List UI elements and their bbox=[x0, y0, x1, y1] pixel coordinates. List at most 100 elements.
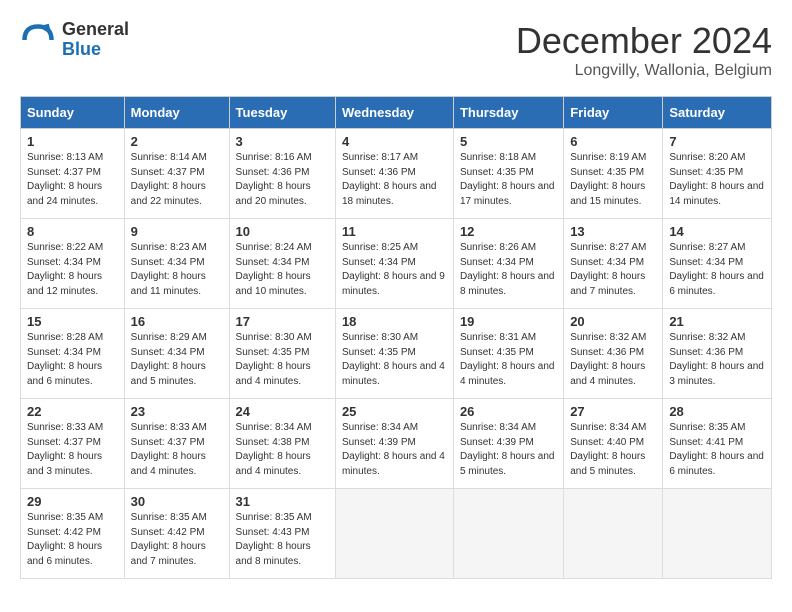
day-number: 17 bbox=[236, 314, 329, 329]
col-sunday: Sunday bbox=[21, 97, 125, 129]
calendar-cell: 30 Sunrise: 8:35 AMSunset: 4:42 PMDaylig… bbox=[124, 489, 229, 579]
calendar-cell: 6 Sunrise: 8:19 AMSunset: 4:35 PMDayligh… bbox=[564, 129, 663, 219]
day-number: 3 bbox=[236, 134, 329, 149]
day-number: 15 bbox=[27, 314, 118, 329]
col-friday: Friday bbox=[564, 97, 663, 129]
day-detail: Sunrise: 8:34 AMSunset: 4:38 PMDaylight:… bbox=[236, 422, 312, 477]
calendar-cell bbox=[335, 489, 453, 579]
day-detail: Sunrise: 8:32 AMSunset: 4:36 PMDaylight:… bbox=[669, 332, 764, 387]
day-detail: Sunrise: 8:35 AMSunset: 4:42 PMDaylight:… bbox=[27, 512, 103, 567]
logo: General Blue bbox=[20, 20, 129, 60]
col-thursday: Thursday bbox=[453, 97, 563, 129]
day-number: 13 bbox=[570, 224, 656, 239]
day-number: 27 bbox=[570, 404, 656, 419]
calendar-cell: 27 Sunrise: 8:34 AMSunset: 4:40 PMDaylig… bbox=[564, 399, 663, 489]
day-detail: Sunrise: 8:16 AMSunset: 4:36 PMDaylight:… bbox=[236, 152, 312, 207]
day-number: 9 bbox=[131, 224, 223, 239]
col-wednesday: Wednesday bbox=[335, 97, 453, 129]
day-number: 23 bbox=[131, 404, 223, 419]
calendar-cell: 10 Sunrise: 8:24 AMSunset: 4:34 PMDaylig… bbox=[229, 219, 335, 309]
day-detail: Sunrise: 8:33 AMSunset: 4:37 PMDaylight:… bbox=[131, 422, 207, 477]
location: Longvilly, Wallonia, Belgium bbox=[516, 62, 772, 80]
calendar-week-5: 29 Sunrise: 8:35 AMSunset: 4:42 PMDaylig… bbox=[21, 489, 772, 579]
day-number: 7 bbox=[669, 134, 765, 149]
day-detail: Sunrise: 8:32 AMSunset: 4:36 PMDaylight:… bbox=[570, 332, 646, 387]
logo-general: General bbox=[62, 19, 129, 39]
day-detail: Sunrise: 8:23 AMSunset: 4:34 PMDaylight:… bbox=[131, 242, 207, 297]
calendar-cell: 11 Sunrise: 8:25 AMSunset: 4:34 PMDaylig… bbox=[335, 219, 453, 309]
calendar-cell: 22 Sunrise: 8:33 AMSunset: 4:37 PMDaylig… bbox=[21, 399, 125, 489]
calendar-cell bbox=[564, 489, 663, 579]
calendar-cell: 5 Sunrise: 8:18 AMSunset: 4:35 PMDayligh… bbox=[453, 129, 563, 219]
header-row: Sunday Monday Tuesday Wednesday Thursday… bbox=[21, 97, 772, 129]
calendar-cell: 23 Sunrise: 8:33 AMSunset: 4:37 PMDaylig… bbox=[124, 399, 229, 489]
calendar-cell: 16 Sunrise: 8:29 AMSunset: 4:34 PMDaylig… bbox=[124, 309, 229, 399]
day-number: 19 bbox=[460, 314, 557, 329]
day-detail: Sunrise: 8:34 AMSunset: 4:39 PMDaylight:… bbox=[342, 422, 445, 477]
day-number: 18 bbox=[342, 314, 447, 329]
calendar-cell: 12 Sunrise: 8:26 AMSunset: 4:34 PMDaylig… bbox=[453, 219, 563, 309]
month-title: December 2024 bbox=[516, 20, 772, 62]
calendar-cell: 26 Sunrise: 8:34 AMSunset: 4:39 PMDaylig… bbox=[453, 399, 563, 489]
day-number: 6 bbox=[570, 134, 656, 149]
calendar-cell: 1 Sunrise: 8:13 AMSunset: 4:37 PMDayligh… bbox=[21, 129, 125, 219]
day-number: 21 bbox=[669, 314, 765, 329]
calendar-cell: 20 Sunrise: 8:32 AMSunset: 4:36 PMDaylig… bbox=[564, 309, 663, 399]
day-detail: Sunrise: 8:27 AMSunset: 4:34 PMDaylight:… bbox=[570, 242, 646, 297]
calendar-cell bbox=[453, 489, 563, 579]
day-number: 30 bbox=[131, 494, 223, 509]
calendar-week-1: 1 Sunrise: 8:13 AMSunset: 4:37 PMDayligh… bbox=[21, 129, 772, 219]
calendar-cell: 15 Sunrise: 8:28 AMSunset: 4:34 PMDaylig… bbox=[21, 309, 125, 399]
logo-blue: Blue bbox=[62, 39, 101, 59]
day-number: 31 bbox=[236, 494, 329, 509]
day-detail: Sunrise: 8:31 AMSunset: 4:35 PMDaylight:… bbox=[460, 332, 555, 387]
calendar-cell: 2 Sunrise: 8:14 AMSunset: 4:37 PMDayligh… bbox=[124, 129, 229, 219]
day-number: 24 bbox=[236, 404, 329, 419]
day-detail: Sunrise: 8:27 AMSunset: 4:34 PMDaylight:… bbox=[669, 242, 764, 297]
calendar-week-2: 8 Sunrise: 8:22 AMSunset: 4:34 PMDayligh… bbox=[21, 219, 772, 309]
calendar-cell: 25 Sunrise: 8:34 AMSunset: 4:39 PMDaylig… bbox=[335, 399, 453, 489]
calendar-cell: 17 Sunrise: 8:30 AMSunset: 4:35 PMDaylig… bbox=[229, 309, 335, 399]
logo-icon bbox=[20, 22, 56, 58]
calendar-cell: 18 Sunrise: 8:30 AMSunset: 4:35 PMDaylig… bbox=[335, 309, 453, 399]
day-detail: Sunrise: 8:33 AMSunset: 4:37 PMDaylight:… bbox=[27, 422, 103, 477]
col-saturday: Saturday bbox=[663, 97, 772, 129]
day-number: 11 bbox=[342, 224, 447, 239]
day-detail: Sunrise: 8:25 AMSunset: 4:34 PMDaylight:… bbox=[342, 242, 445, 297]
calendar-cell: 21 Sunrise: 8:32 AMSunset: 4:36 PMDaylig… bbox=[663, 309, 772, 399]
day-detail: Sunrise: 8:34 AMSunset: 4:39 PMDaylight:… bbox=[460, 422, 555, 477]
calendar-week-3: 15 Sunrise: 8:28 AMSunset: 4:34 PMDaylig… bbox=[21, 309, 772, 399]
day-number: 16 bbox=[131, 314, 223, 329]
day-detail: Sunrise: 8:35 AMSunset: 4:42 PMDaylight:… bbox=[131, 512, 207, 567]
day-number: 10 bbox=[236, 224, 329, 239]
day-number: 4 bbox=[342, 134, 447, 149]
calendar-cell: 3 Sunrise: 8:16 AMSunset: 4:36 PMDayligh… bbox=[229, 129, 335, 219]
day-detail: Sunrise: 8:20 AMSunset: 4:35 PMDaylight:… bbox=[669, 152, 764, 207]
day-number: 20 bbox=[570, 314, 656, 329]
day-number: 12 bbox=[460, 224, 557, 239]
calendar-cell bbox=[663, 489, 772, 579]
day-detail: Sunrise: 8:22 AMSunset: 4:34 PMDaylight:… bbox=[27, 242, 103, 297]
day-detail: Sunrise: 8:35 AMSunset: 4:41 PMDaylight:… bbox=[669, 422, 764, 477]
header: General Blue December 2024 Longvilly, Wa… bbox=[20, 20, 772, 80]
day-number: 14 bbox=[669, 224, 765, 239]
day-detail: Sunrise: 8:30 AMSunset: 4:35 PMDaylight:… bbox=[342, 332, 445, 387]
calendar-cell: 31 Sunrise: 8:35 AMSunset: 4:43 PMDaylig… bbox=[229, 489, 335, 579]
day-number: 8 bbox=[27, 224, 118, 239]
title-area: December 2024 Longvilly, Wallonia, Belgi… bbox=[516, 20, 772, 80]
calendar-cell: 9 Sunrise: 8:23 AMSunset: 4:34 PMDayligh… bbox=[124, 219, 229, 309]
day-number: 1 bbox=[27, 134, 118, 149]
day-number: 26 bbox=[460, 404, 557, 419]
day-detail: Sunrise: 8:26 AMSunset: 4:34 PMDaylight:… bbox=[460, 242, 555, 297]
calendar-table: Sunday Monday Tuesday Wednesday Thursday… bbox=[20, 96, 772, 579]
day-detail: Sunrise: 8:19 AMSunset: 4:35 PMDaylight:… bbox=[570, 152, 646, 207]
calendar-cell: 14 Sunrise: 8:27 AMSunset: 4:34 PMDaylig… bbox=[663, 219, 772, 309]
day-number: 2 bbox=[131, 134, 223, 149]
day-detail: Sunrise: 8:17 AMSunset: 4:36 PMDaylight:… bbox=[342, 152, 437, 207]
calendar-week-4: 22 Sunrise: 8:33 AMSunset: 4:37 PMDaylig… bbox=[21, 399, 772, 489]
calendar-cell: 8 Sunrise: 8:22 AMSunset: 4:34 PMDayligh… bbox=[21, 219, 125, 309]
day-detail: Sunrise: 8:35 AMSunset: 4:43 PMDaylight:… bbox=[236, 512, 312, 567]
calendar-cell: 28 Sunrise: 8:35 AMSunset: 4:41 PMDaylig… bbox=[663, 399, 772, 489]
calendar-cell: 29 Sunrise: 8:35 AMSunset: 4:42 PMDaylig… bbox=[21, 489, 125, 579]
calendar-cell: 24 Sunrise: 8:34 AMSunset: 4:38 PMDaylig… bbox=[229, 399, 335, 489]
